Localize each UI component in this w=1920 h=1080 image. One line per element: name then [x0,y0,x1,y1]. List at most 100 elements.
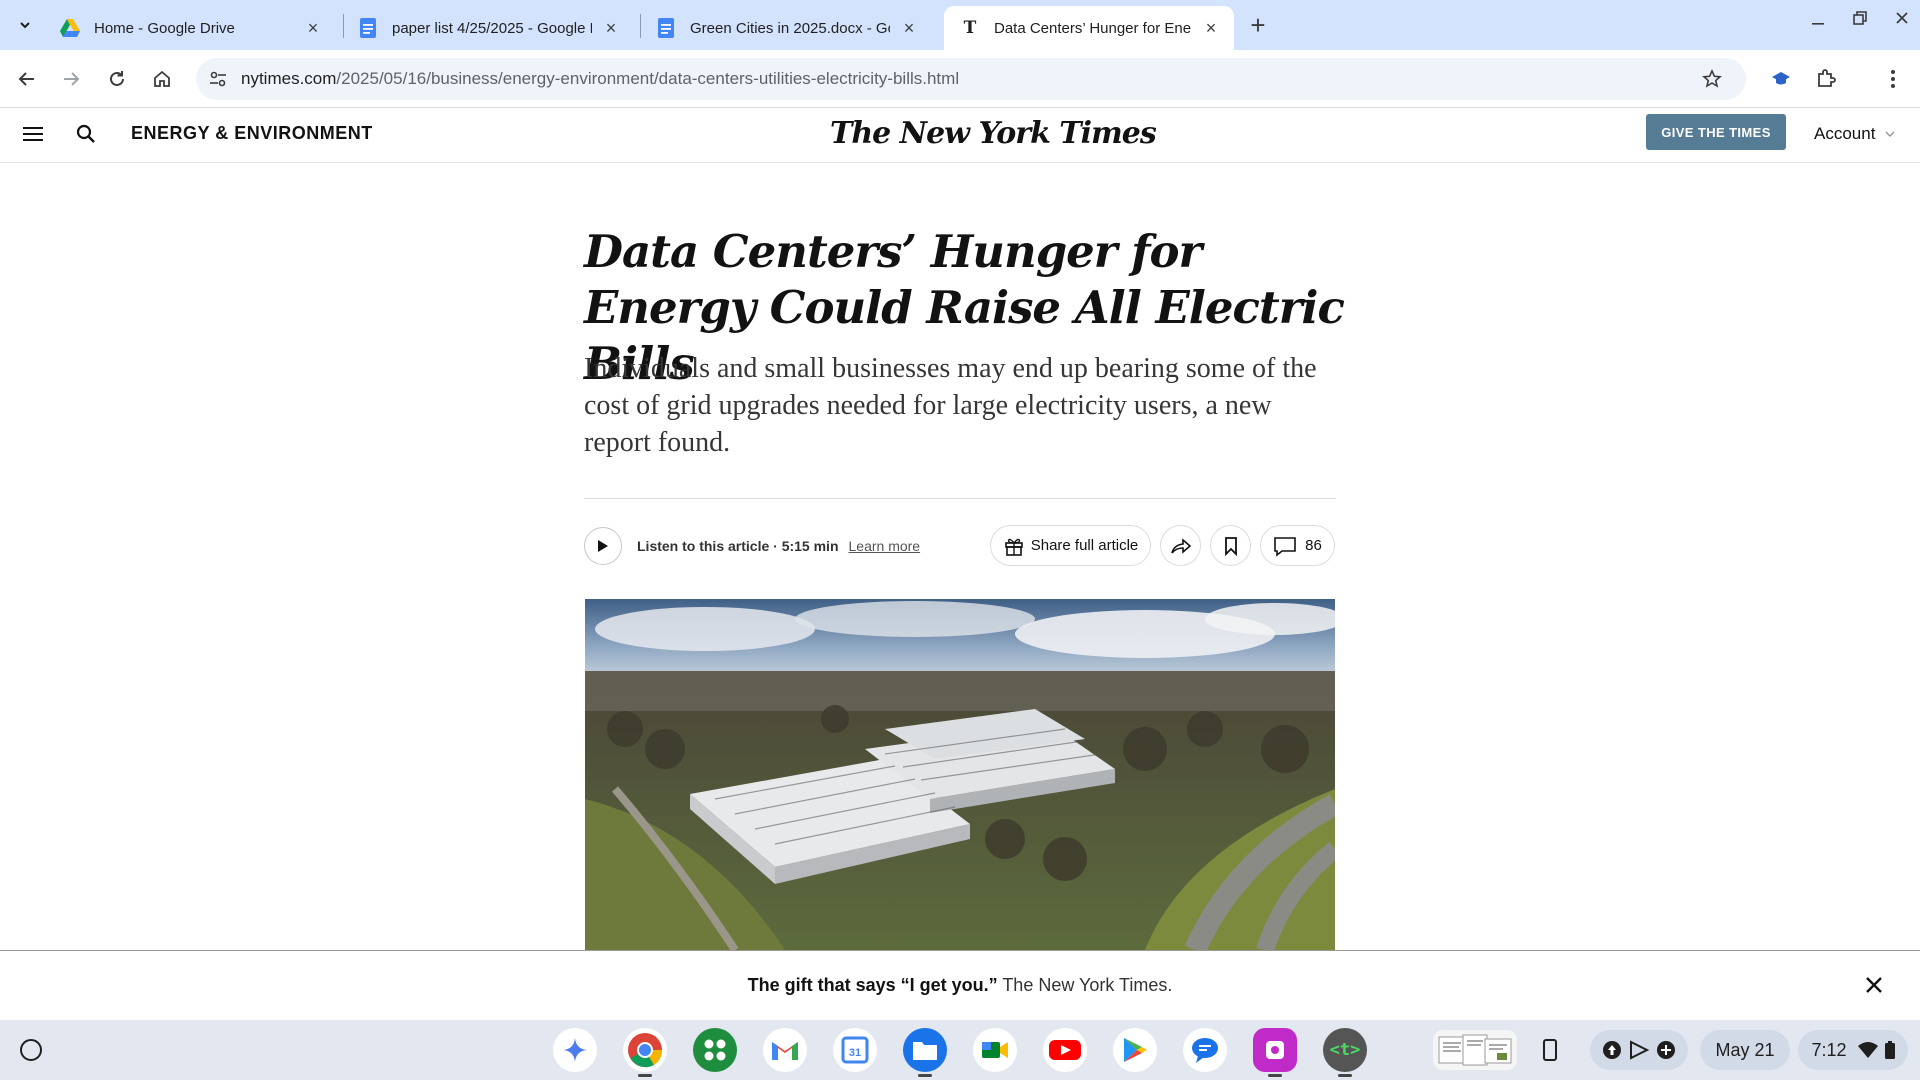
chevron-down-icon [20,22,30,29]
extension-button[interactable] [1766,64,1796,94]
date-label: May 21 [1715,1039,1775,1060]
calendar-app-icon[interactable]: 31 [833,1028,877,1072]
arrow-forward-icon [64,72,80,86]
google-docs-icon [358,18,378,38]
upload-icon [1603,1041,1621,1059]
banner-brand-text: The New York Times. [1002,975,1173,995]
tab-green-cities[interactable]: Green Cities in 2025.docx - Goo × [640,6,932,50]
youtube-app-icon[interactable] [1043,1028,1087,1072]
share-arrow-icon [1170,537,1191,554]
clock-label: 7:12 [1811,1039,1847,1060]
address-bar[interactable]: nytimes.com/2025/05/16/business/energy-e… [196,58,1746,100]
play-store-app-icon[interactable] [1113,1028,1157,1072]
graduation-cap-icon [1772,72,1790,85]
restore-button[interactable] [1852,10,1868,31]
files-app-icon[interactable] [903,1028,947,1072]
site-info-icon[interactable] [208,69,228,94]
messages-app-icon[interactable] [1183,1028,1227,1072]
add-circle-icon [1657,1041,1675,1059]
account-menu[interactable]: Account [1814,124,1896,144]
phone-hub-button[interactable] [1530,1030,1570,1070]
svg-text:31: 31 [849,1047,861,1059]
comments-button[interactable]: 86 [1260,525,1335,566]
tab-title: Green Cities in 2025.docx - Goo [690,19,890,37]
holding-space-thumbnails[interactable] [1433,1030,1517,1070]
reload-button[interactable] [102,64,132,94]
gmail-app-icon[interactable] [763,1028,807,1072]
save-bookmark-button[interactable] [1210,525,1251,566]
minimize-icon [1812,23,1824,25]
share-full-article-button[interactable]: Share full article [990,525,1151,566]
minimize-button[interactable] [1810,10,1826,31]
close-banner-button[interactable] [1862,973,1886,997]
tab-search-button[interactable] [10,12,40,38]
play-games-icon [1630,1040,1650,1060]
give-the-times-button[interactable]: GIVE THE TIMES [1646,114,1786,150]
close-window-button[interactable] [1894,10,1910,31]
home-icon [154,70,170,87]
meet-app-icon[interactable] [973,1028,1017,1072]
section-name[interactable]: ENERGY & ENVIRONMENT [131,123,373,144]
url-host: nytimes.com [241,69,337,88]
browser-menu-button[interactable] [1878,64,1908,94]
bookmark-star-icon[interactable] [1702,69,1722,94]
google-docs-icon [656,18,676,38]
battery-icon [1884,1041,1895,1059]
home-button[interactable] [147,64,177,94]
back-button[interactable] [12,64,42,94]
banner-message: The gift that says “I get you.” The New … [0,975,1920,996]
tab-title: paper list 4/25/2025 - Google D [392,19,592,37]
tab-title: Data Centers’ Hunger for Energ [994,19,1192,37]
nyt-logo[interactable]: The New York Times [830,116,1157,151]
gift-banner[interactable]: The gift that says “I get you.” The New … [0,950,1920,1020]
share-full-label: Share full article [1030,537,1139,554]
terminal-app-icon[interactable]: <t> [1323,1028,1367,1072]
listen-player: Listen to this article · 5:15 min Learn … [584,527,920,565]
tab-paper-list[interactable]: paper list 4/25/2025 - Google D × [342,6,634,50]
restore-icon [1853,11,1867,25]
nyt-icon: T [963,18,977,38]
tab-strip: Home - Google Drive × paper list 4/25/20… [0,0,1920,50]
comment-icon [1274,536,1296,557]
play-button[interactable] [584,527,622,565]
running-indicator [1338,1074,1352,1077]
divider [584,498,1336,499]
new-tab-button[interactable]: + [1244,12,1272,40]
close-icon[interactable]: × [304,18,322,38]
running-indicator [1268,1074,1282,1077]
menu-icon[interactable] [23,125,43,148]
share-button[interactable] [1160,525,1201,566]
canvas-app-icon[interactable] [1253,1028,1297,1072]
bookmark-icon [1224,536,1237,556]
quick-settings-tray[interactable]: 7:12 [1798,1030,1908,1070]
gift-icon [1004,538,1023,556]
launcher-button[interactable] [20,1039,42,1061]
gemini-app-icon[interactable] [553,1028,597,1072]
apps-grid-icon[interactable] [693,1028,737,1072]
tab-title: Home - Google Drive [94,19,235,37]
phone-icon [1543,1039,1557,1061]
tab-google-drive[interactable]: Home - Google Drive × [44,6,336,50]
puzzle-icon [1818,69,1836,87]
chrome-app-icon[interactable] [623,1028,667,1072]
account-label: Account [1814,124,1876,143]
close-icon [1896,12,1908,24]
comment-count: 86 [1305,537,1322,554]
extensions-menu-button[interactable] [1811,64,1841,94]
date-tray[interactable]: May 21 [1700,1030,1790,1070]
tab-nyt-article[interactable]: T Data Centers’ Hunger for Energ × [944,6,1234,50]
status-icons-tray[interactable] [1590,1030,1688,1070]
url-text[interactable]: nytimes.com/2025/05/16/business/energy-e… [241,69,959,89]
running-indicator [638,1074,652,1077]
search-icon[interactable] [76,124,96,149]
forward-button[interactable] [56,64,86,94]
reload-icon [110,71,124,86]
close-icon[interactable]: × [900,18,918,38]
url-path: /2025/05/16/business/energy-environment/… [336,69,960,88]
play-icon [598,540,608,552]
close-icon [1866,977,1882,993]
close-icon[interactable]: × [1202,18,1220,38]
close-icon[interactable]: × [602,18,620,38]
learn-more-link[interactable]: Learn more [849,538,921,554]
document-thumbnail-icon [1438,1034,1512,1066]
